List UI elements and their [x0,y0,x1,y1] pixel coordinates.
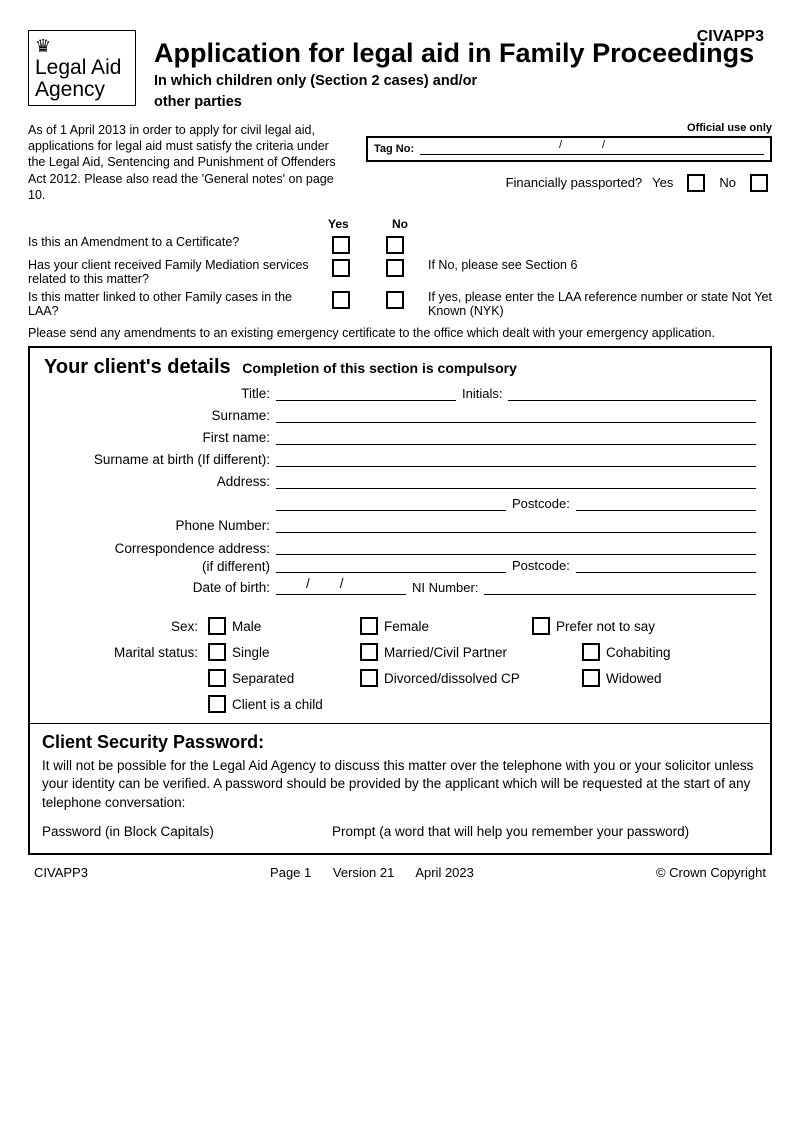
label-initials: Initials: [456,386,508,401]
label-corr-2: (if different) [44,560,276,574]
crest-icon: ♛ [35,37,129,55]
passport-yes-label: Yes [652,175,673,190]
footer-left: CIVAPP3 [34,865,88,880]
input-ni[interactable] [484,579,756,595]
q2-no-checkbox[interactable] [386,259,404,277]
q-amendment: Is this an Amendment to a Certificate? [28,235,328,249]
q2-yes-checkbox[interactable] [332,259,350,277]
intro-note: As of 1 April 2013 in order to apply for… [28,122,348,203]
sex-female-checkbox[interactable] [360,617,378,635]
marital-married-checkbox[interactable] [360,643,378,661]
input-postcode-2[interactable] [576,557,756,573]
sex-female-label: Female [384,619,429,634]
sex-male-checkbox[interactable] [208,617,226,635]
client-details-sub: Completion of this section is compulsory [242,360,517,376]
label-address: Address: [44,474,276,489]
marital-cohab-checkbox[interactable] [582,643,600,661]
marital-single-label: Single [232,645,270,660]
input-corr-2[interactable] [276,557,506,573]
marital-single-checkbox[interactable] [208,643,226,661]
marital-sep-label: Separated [232,671,294,686]
col-yes: Yes [328,217,349,231]
input-postcode-1[interactable] [576,495,756,511]
form-id: CIVAPP3 [697,28,764,46]
label-postcode-2: Postcode: [506,558,576,573]
input-title[interactable] [276,385,456,401]
marital-wid-checkbox[interactable] [582,669,600,687]
client-details-section: Your client's details Completion of this… [28,346,772,855]
label-postcode-1: Postcode: [506,496,576,511]
prompt-label: Prompt (a word that will help you rememb… [332,824,758,839]
passport-question: Financially passported? [506,175,643,190]
security-body: It will not be possible for the Legal Ai… [30,757,770,818]
q1-yes-checkbox[interactable] [332,236,350,254]
marital-cohab-label: Cohabiting [606,645,671,660]
label-sex: Sex: [44,619,204,634]
col-no: No [392,217,408,231]
q-linked: Is this matter linked to other Family ca… [28,290,328,318]
input-firstname[interactable] [276,429,756,445]
marital-child-label: Client is a child [232,697,323,712]
logo-line2: Agency [35,79,129,101]
q3-note: If yes, please enter the LAA reference n… [408,290,772,318]
label-surname-birth: Surname at birth (If different): [44,452,276,467]
q2-note: If No, please see Section 6 [408,258,772,272]
subtitle-1: In which children only (Section 2 cases)… [154,73,772,90]
tag-no-label: Tag No: [374,143,414,155]
marital-sep-checkbox[interactable] [208,669,226,687]
security-title: Client Security Password: [30,724,770,757]
footer-right: © Crown Copyright [656,865,766,880]
input-dob[interactable]: // [276,579,406,595]
input-address-2[interactable] [276,495,506,511]
label-firstname: First name: [44,430,276,445]
input-initials[interactable] [508,385,756,401]
marital-married-label: Married/Civil Partner [384,645,507,660]
label-phone: Phone Number: [44,518,276,533]
footer-version: Version 21 [333,865,394,880]
q1-no-checkbox[interactable] [386,236,404,254]
q-mediation: Has your client received Family Mediatio… [28,258,328,286]
footer: CIVAPP3 Page 1 Version 21 April 2023 © C… [28,855,772,880]
footer-date: April 2023 [415,865,474,880]
passport-yes-checkbox[interactable] [687,174,705,192]
sex-male-label: Male [232,619,261,634]
label-ni: NI Number: [406,580,484,595]
label-marital: Marital status: [44,645,204,660]
label-surname: Surname: [44,408,276,423]
footer-page: Page 1 [270,865,311,880]
client-details-title: Your client's details [44,356,231,379]
marital-div-label: Divorced/dissolved CP [384,671,520,686]
logo-box: ♛ Legal Aid Agency [28,30,136,106]
marital-div-checkbox[interactable] [360,669,378,687]
input-phone[interactable] [276,517,756,533]
marital-child-checkbox[interactable] [208,695,226,713]
input-surname[interactable] [276,407,756,423]
official-use-label: Official use only [366,122,772,134]
label-title: Title: [44,386,276,401]
input-address-1[interactable] [276,473,756,489]
sex-prefer-checkbox[interactable] [532,617,550,635]
passport-no-checkbox[interactable] [750,174,768,192]
passport-no-label: No [719,175,736,190]
tag-no-box: Tag No: // [366,136,772,162]
subtitle-2: other parties [154,94,772,111]
page-title: Application for legal aid in Family Proc… [154,38,772,69]
q3-no-checkbox[interactable] [386,291,404,309]
tag-no-input[interactable]: // [420,143,764,155]
marital-wid-label: Widowed [606,671,662,686]
input-surname-birth[interactable] [276,451,756,467]
label-corr-1: Correspondence address: [44,542,276,556]
input-corr-1[interactable] [276,539,756,555]
logo-line1: Legal Aid [35,57,129,79]
q3-yes-checkbox[interactable] [332,291,350,309]
label-dob: Date of birth: [44,580,276,595]
amend-note: Please send any amendments to an existin… [28,326,772,340]
password-label: Password (in Block Capitals) [42,824,332,839]
sex-prefer-label: Prefer not to say [556,619,655,634]
